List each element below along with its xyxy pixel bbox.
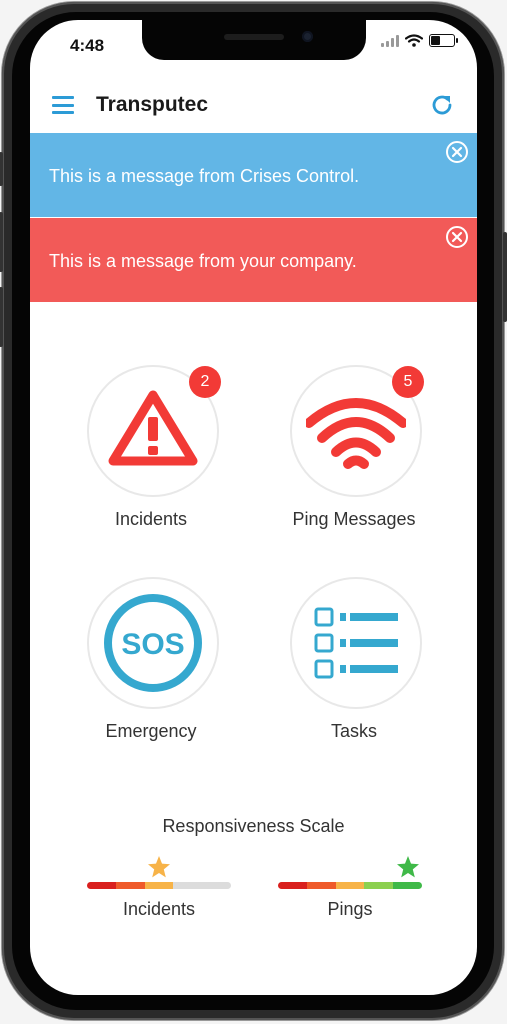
refresh-icon[interactable] [429, 92, 455, 118]
scale-segment [306, 882, 336, 889]
incidents-tile[interactable]: 2 Incidents [61, 365, 241, 545]
wifi-signal-icon [306, 398, 406, 469]
cellular-signal-icon [381, 34, 399, 47]
power-button [503, 232, 507, 322]
mute-switch [0, 152, 3, 186]
scale-segment [393, 882, 422, 889]
tasks-icon-circle [290, 577, 422, 709]
pings-responsiveness-scale: Pings [278, 845, 422, 925]
emergency-icon-circle: SOS [87, 577, 219, 709]
warning-triangle-icon [108, 390, 198, 466]
responsiveness-bar [87, 882, 231, 889]
task-list-icon [314, 607, 398, 679]
scale-segment [364, 882, 394, 889]
status-icons [381, 34, 458, 47]
pings-scale-label: Pings [327, 899, 373, 919]
ping-messages-count-badge: 5 [392, 366, 424, 398]
wifi-status-icon [405, 34, 423, 47]
close-icon[interactable] [445, 140, 469, 164]
volume-down-button [0, 287, 3, 347]
company-message-banner[interactable]: This is a message from your company. [30, 218, 477, 302]
scale-segment [202, 882, 231, 889]
app-screen: 4:48 Transputec This is a message from C… [30, 20, 477, 995]
emergency-label: Emergency [105, 721, 197, 741]
star-icon [396, 856, 419, 878]
scale-segment [335, 882, 365, 889]
ping-messages-tile[interactable]: 5 Ping Messages [264, 365, 444, 545]
star-icon [148, 856, 170, 878]
responsiveness-bar [278, 882, 422, 889]
emergency-tile[interactable]: SOS Emergency [61, 577, 241, 757]
front-camera [302, 31, 313, 42]
scale-segment [115, 882, 145, 889]
tasks-label: Tasks [330, 721, 377, 741]
scale-segment [173, 882, 203, 889]
sos-icon: SOS [104, 594, 202, 692]
scale-segment [87, 882, 116, 889]
incidents-responsiveness-scale: Incidents [87, 845, 231, 925]
speaker [224, 34, 284, 40]
sos-icon-text: SOS [121, 628, 184, 661]
banner-message: This is a message from your company. [49, 251, 357, 271]
banner-message: This is a message from Crises Control. [49, 166, 360, 186]
incidents-label: Incidents [114, 509, 188, 529]
tasks-tile[interactable]: Tasks [264, 577, 444, 757]
incidents-scale-label: Incidents [122, 899, 196, 919]
app-header: Transputec [30, 80, 477, 132]
status-time: 4:48 [70, 36, 105, 55]
close-icon[interactable] [445, 225, 469, 249]
crises-control-message-banner[interactable]: This is a message from Crises Control. [30, 133, 477, 217]
battery-icon [429, 34, 458, 47]
responsiveness-scale-title: Responsiveness Scale [162, 816, 345, 836]
volume-up-button [0, 212, 3, 272]
scale-segment [278, 882, 307, 889]
scale-segment [144, 882, 174, 889]
hamburger-menu-icon[interactable] [52, 96, 74, 114]
app-title: Transputec [96, 93, 209, 116]
notch [142, 20, 366, 60]
ping-messages-label: Ping Messages [292, 509, 416, 529]
incidents-count-badge: 2 [189, 366, 221, 398]
